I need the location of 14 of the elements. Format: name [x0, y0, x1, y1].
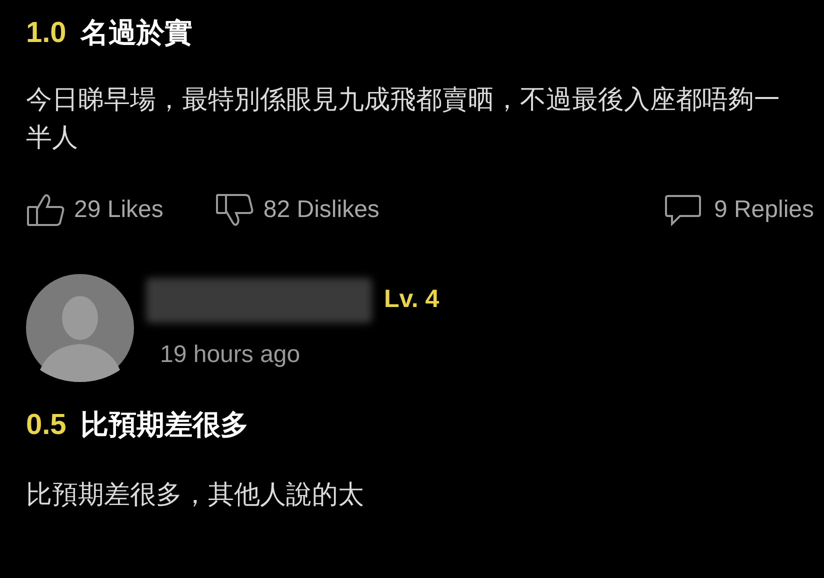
likes-count[interactable]: 29 Likes: [74, 192, 164, 228]
rating-score: 0.5: [26, 408, 66, 442]
replies-count[interactable]: 9 Replies: [714, 192, 814, 228]
thumbs-down-icon[interactable]: [215, 192, 256, 226]
review-body: 今日睇早場，最特別係眼見九成飛都賣晒，不過最後入座都唔夠一半人: [25, 82, 781, 154]
dislikes-count[interactable]: 82 Dislikes: [263, 192, 380, 228]
review-title: 比預期差很多: [80, 408, 248, 442]
user-level: Lv. 4: [384, 284, 440, 316]
post-time: 19 hours ago: [160, 340, 302, 370]
speech-bubble-icon[interactable]: [664, 194, 702, 226]
rating-score: 1.0: [26, 16, 66, 51]
thumbs-up-icon[interactable]: [26, 192, 66, 226]
review-title: 名過於實: [80, 16, 192, 50]
review-body: 比預期差很多，其他人說的太: [25, 478, 365, 511]
